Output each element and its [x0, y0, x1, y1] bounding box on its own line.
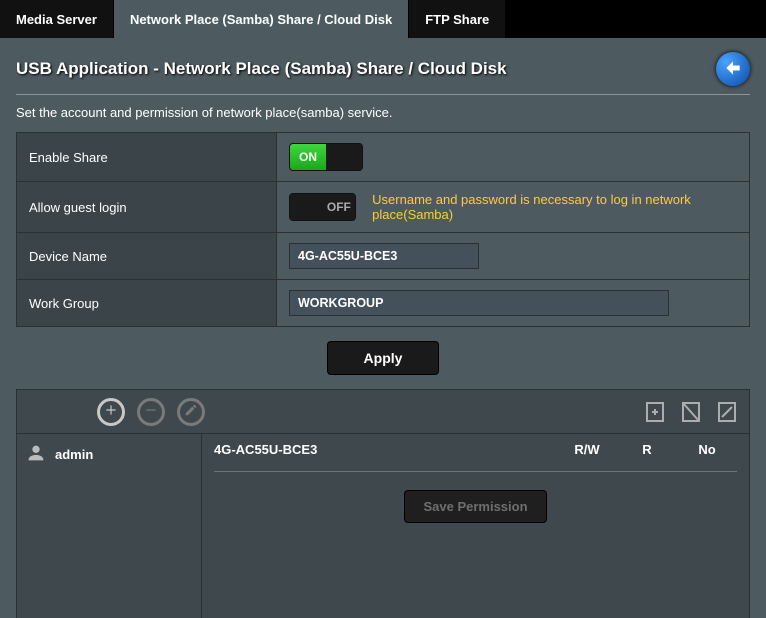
tab-bar: Media Server Network Place (Samba) Share… [0, 0, 766, 38]
perm-col-r[interactable]: R [617, 442, 677, 457]
enable-share-toggle[interactable]: ON [289, 143, 363, 171]
toggle-knob-icon [290, 194, 323, 220]
folder-edit-icon [715, 414, 739, 429]
add-user-button[interactable] [97, 398, 125, 426]
row-label-work-group: Work Group [17, 280, 277, 327]
folder-row: 4G-AC55U-BCE3 R/W R No [214, 442, 737, 472]
edit-user-button[interactable] [177, 398, 205, 426]
edit-folder-button[interactable] [715, 398, 739, 426]
folder-minus-icon [679, 414, 703, 429]
row-label-allow-guest: Allow guest login [17, 182, 277, 233]
toggle-off-label: OFF [323, 194, 356, 220]
plus-icon [104, 403, 118, 420]
tab-ftp-share[interactable]: FTP Share [409, 0, 506, 38]
apply-button[interactable]: Apply [327, 341, 440, 375]
remove-user-button[interactable] [137, 398, 165, 426]
perm-col-no[interactable]: No [677, 442, 737, 457]
folder-permissions-pane: 4G-AC55U-BCE3 R/W R No Save Permission [202, 434, 749, 618]
tab-media-server[interactable]: Media Server [0, 0, 114, 38]
remove-folder-button[interactable] [679, 398, 703, 426]
folder-plus-icon [643, 414, 667, 429]
page-description: Set the account and permission of networ… [16, 105, 750, 120]
toggle-knob-icon [326, 144, 362, 170]
row-label-enable-share: Enable Share [17, 133, 277, 182]
work-group-input[interactable] [289, 290, 669, 316]
user-icon [25, 442, 47, 467]
device-name-input[interactable] [289, 243, 479, 269]
save-permission-button[interactable]: Save Permission [404, 490, 546, 523]
allow-guest-toggle[interactable]: OFF [289, 193, 356, 221]
back-button[interactable] [716, 52, 750, 86]
folder-name-label: 4G-AC55U-BCE3 [214, 442, 557, 457]
back-arrow-icon [723, 58, 743, 81]
minus-icon [144, 403, 158, 420]
user-list-item[interactable]: admin [17, 434, 201, 475]
permissions-panel: admin 4G-AC55U-BCE3 R/W R No Save Permis… [16, 389, 750, 618]
pencil-icon [184, 403, 198, 420]
tab-samba-share[interactable]: Network Place (Samba) Share / Cloud Disk [114, 0, 409, 38]
perm-col-rw[interactable]: R/W [557, 442, 617, 457]
user-list: admin [17, 434, 202, 618]
add-folder-button[interactable] [643, 398, 667, 426]
page-title: USB Application - Network Place (Samba) … [16, 59, 507, 79]
user-name-label: admin [55, 447, 93, 462]
guest-login-hint: Username and password is necessary to lo… [372, 192, 737, 222]
toggle-on-label: ON [290, 144, 326, 170]
settings-table: Enable Share ON Allow guest login OFF Us… [16, 132, 750, 327]
permissions-toolbar [17, 390, 749, 434]
row-label-device-name: Device Name [17, 233, 277, 280]
